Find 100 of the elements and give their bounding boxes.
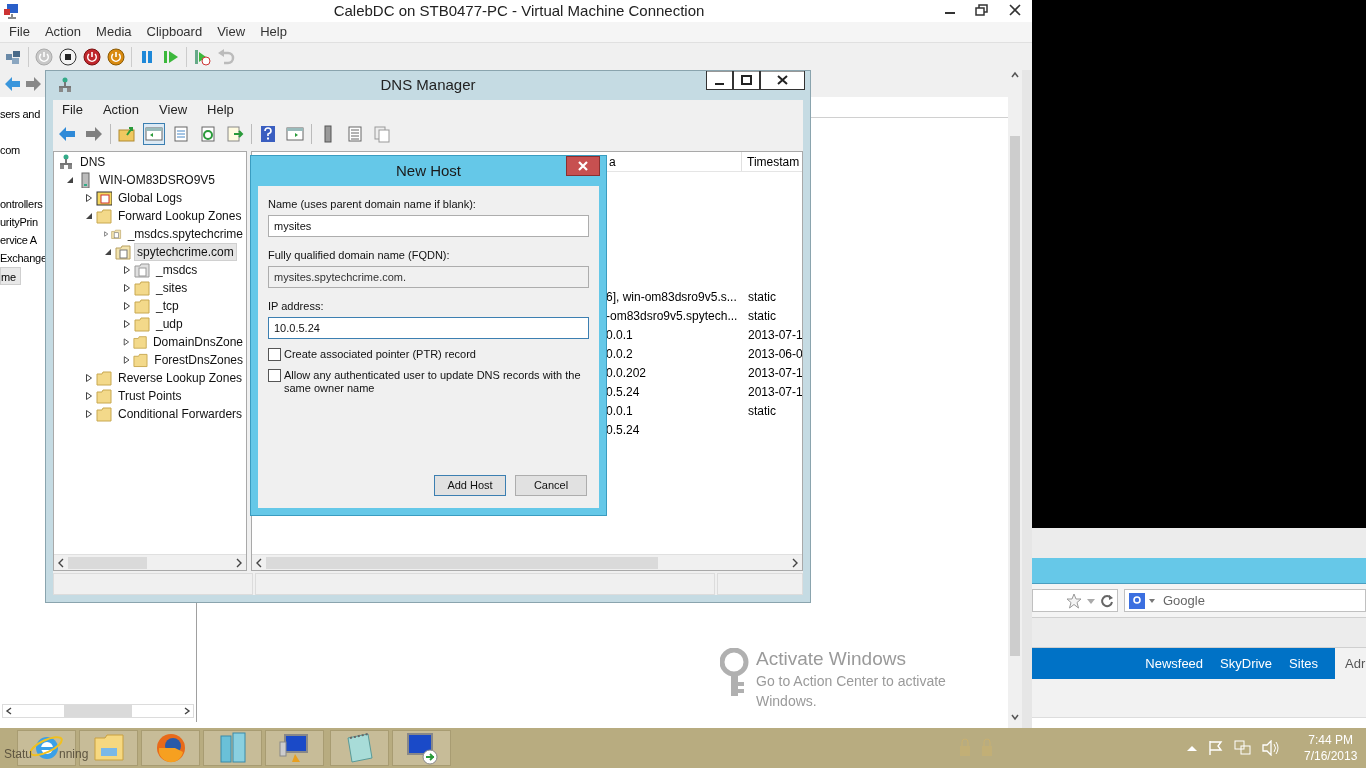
help-icon[interactable] bbox=[259, 124, 277, 143]
menu-item[interactable]: View bbox=[216, 22, 247, 42]
tree-item[interactable]: _tcp bbox=[153, 297, 182, 315]
expanded-arrow-icon[interactable] bbox=[65, 175, 75, 185]
collapsed-arrow-icon[interactable] bbox=[84, 373, 94, 383]
tree-item[interactable]: Global Logs bbox=[115, 189, 186, 207]
collapsed-arrow-icon[interactable] bbox=[122, 283, 132, 293]
menu-item[interactable]: Clipboard bbox=[145, 22, 204, 42]
collapsed-arrow-icon[interactable] bbox=[84, 193, 94, 203]
tree-item[interactable]: ForestDnsZones bbox=[151, 351, 246, 369]
pane-item[interactable]: ervice A bbox=[0, 231, 37, 249]
forward-arrow-icon[interactable] bbox=[26, 75, 42, 92]
dialog-button[interactable]: Add Host bbox=[434, 475, 506, 496]
close-icon bbox=[578, 161, 588, 171]
back-arrow-icon[interactable] bbox=[4, 75, 20, 92]
close-icon[interactable] bbox=[760, 71, 805, 90]
snapshot-icon[interactable] bbox=[193, 47, 211, 66]
collapsed-arrow-icon[interactable] bbox=[122, 337, 131, 347]
dialog-button[interactable]: Cancel bbox=[515, 475, 587, 496]
field-label: IP address: bbox=[268, 299, 325, 313]
tree-item[interactable]: DNS bbox=[77, 153, 109, 171]
up-folder-icon[interactable] bbox=[118, 124, 136, 143]
search-engine-icon[interactable] bbox=[1129, 592, 1145, 609]
minimize-icon[interactable] bbox=[706, 71, 733, 90]
checkbox[interactable] bbox=[268, 348, 281, 361]
tree-item[interactable]: Trust Points bbox=[115, 387, 185, 405]
maximize-icon[interactable] bbox=[733, 71, 760, 90]
expanded-arrow-icon[interactable] bbox=[103, 247, 113, 257]
tree-item[interactable]: _msdcs bbox=[153, 261, 201, 279]
folder-icon bbox=[96, 388, 112, 404]
input-field[interactable]: 10.0.5.24 bbox=[268, 317, 589, 339]
table-cell-text: 6], win-om83dsro9v5.s... bbox=[606, 288, 738, 306]
pane-item[interactable]: urityPrin bbox=[0, 213, 38, 231]
folder-icon bbox=[132, 334, 147, 350]
scroll-down-icon[interactable] bbox=[1010, 712, 1020, 722]
window-title: DNS Manager bbox=[380, 75, 476, 96]
pane-item[interactable]: ontrollers bbox=[0, 195, 43, 213]
nav-link[interactable]: Newsfeed bbox=[1145, 653, 1204, 674]
search-field[interactable]: Google bbox=[1124, 589, 1366, 612]
console-tree-button[interactable] bbox=[143, 122, 165, 145]
activation-message: Go to Action Center to activate Windows. bbox=[756, 672, 947, 711]
folder-icon bbox=[96, 406, 112, 422]
folder-icon bbox=[134, 316, 150, 332]
tree-item[interactable]: _msdcs.spytechcrime bbox=[124, 225, 246, 243]
taskbar-button[interactable] bbox=[141, 730, 200, 766]
pane-item[interactable]: sers and bbox=[0, 105, 40, 123]
collapsed-arrow-icon[interactable] bbox=[122, 319, 132, 329]
collapsed-arrow-icon[interactable] bbox=[122, 265, 132, 275]
forward-arrow-icon[interactable] bbox=[85, 124, 103, 143]
dropdown-icon[interactable] bbox=[1149, 598, 1155, 603]
menu-item[interactable]: File bbox=[62, 100, 83, 120]
collapsed-arrow-icon[interactable] bbox=[122, 301, 132, 311]
stop-icon[interactable] bbox=[59, 47, 77, 66]
menu-item[interactable]: Action bbox=[43, 22, 83, 42]
scrollbar[interactable] bbox=[252, 554, 802, 570]
column-header[interactable]: Timestam bbox=[742, 152, 800, 171]
refresh-icon[interactable] bbox=[199, 124, 217, 143]
tree-item[interactable]: DomainDnsZone bbox=[149, 333, 246, 351]
pane-item[interactable]: com bbox=[0, 141, 20, 159]
pane-item[interactable]: Exchange bbox=[0, 249, 47, 267]
column-header[interactable]: a bbox=[608, 152, 742, 171]
table-cell-text: 2013-07-1 bbox=[748, 326, 802, 344]
menu-item[interactable]: Action bbox=[102, 100, 140, 120]
taskbar-button[interactable] bbox=[265, 730, 324, 766]
tree-item[interactable]: WIN-OM83DSRO9V5 bbox=[96, 171, 219, 189]
export-list-icon[interactable] bbox=[226, 124, 244, 143]
power-icon[interactable] bbox=[83, 47, 101, 66]
collapsed-arrow-icon[interactable] bbox=[84, 409, 94, 419]
address-field[interactable] bbox=[1032, 589, 1118, 612]
tree-item[interactable]: _udp bbox=[153, 315, 186, 333]
tree-item[interactable]: Forward Lookup Zones bbox=[115, 207, 245, 225]
menu-item[interactable]: View bbox=[159, 100, 188, 120]
taskbar-button[interactable] bbox=[392, 730, 451, 766]
tree-item[interactable]: Reverse Lookup Zones bbox=[115, 369, 246, 387]
collapsed-arrow-icon[interactable] bbox=[84, 391, 94, 401]
input-field[interactable]: mysites.spytechcrime.com. bbox=[268, 266, 589, 288]
collapsed-arrow-icon[interactable] bbox=[122, 355, 132, 365]
scrollbar[interactable] bbox=[54, 554, 246, 570]
input-field[interactable]: mysites bbox=[268, 215, 589, 237]
tree-item[interactable]: _sites bbox=[153, 279, 191, 297]
menu-item[interactable]: Help bbox=[259, 22, 288, 42]
star-icon[interactable] bbox=[1066, 592, 1082, 609]
pane-item[interactable]: me bbox=[0, 267, 21, 285]
table-cell-text: 2013-06-0 bbox=[748, 345, 802, 363]
nav-link[interactable]: Sites bbox=[1289, 653, 1318, 674]
menu-item[interactable]: Help bbox=[207, 100, 234, 120]
checkbox[interactable] bbox=[268, 369, 281, 382]
scrollbar[interactable] bbox=[2, 704, 194, 718]
close-button[interactable] bbox=[566, 156, 600, 176]
nav-link[interactable]: Adr bbox=[1335, 648, 1366, 679]
power-icon[interactable] bbox=[107, 47, 125, 66]
folder-icon bbox=[96, 370, 112, 386]
menu-item[interactable]: File bbox=[8, 22, 31, 42]
reload-icon[interactable] bbox=[1100, 593, 1114, 608]
expanded-arrow-icon[interactable] bbox=[84, 211, 94, 221]
scroll-up-icon[interactable] bbox=[1010, 70, 1020, 80]
nav-link[interactable]: SkyDrive bbox=[1220, 653, 1273, 674]
tree-item[interactable]: spytechcrime.com bbox=[134, 243, 237, 261]
menu-item[interactable]: Media bbox=[95, 22, 133, 42]
tree-item[interactable]: Conditional Forwarders bbox=[115, 405, 246, 423]
